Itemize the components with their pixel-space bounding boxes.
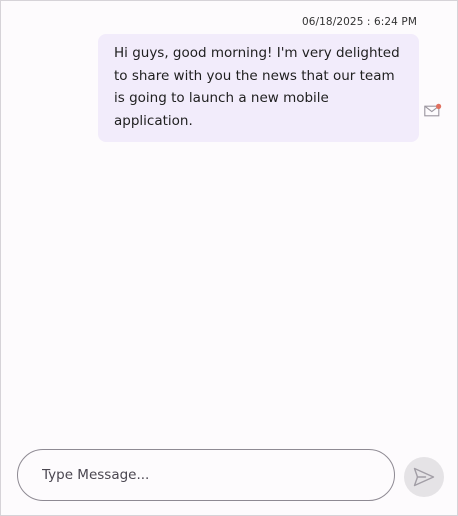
message-timestamp: 06/18/2025 : 6:24 PM xyxy=(301,16,417,28)
unread-dot xyxy=(436,103,442,109)
send-icon xyxy=(413,467,435,487)
send-button[interactable] xyxy=(404,457,444,497)
message-composer[interactable] xyxy=(17,449,395,501)
envelope-icon xyxy=(424,102,442,117)
message-input[interactable] xyxy=(42,450,372,499)
message-bubble: Hi guys, good morning! I'm very delighte… xyxy=(98,34,419,142)
chat-window: 06/18/2025 : 6:24 PM Hi guys, good morni… xyxy=(0,0,458,516)
